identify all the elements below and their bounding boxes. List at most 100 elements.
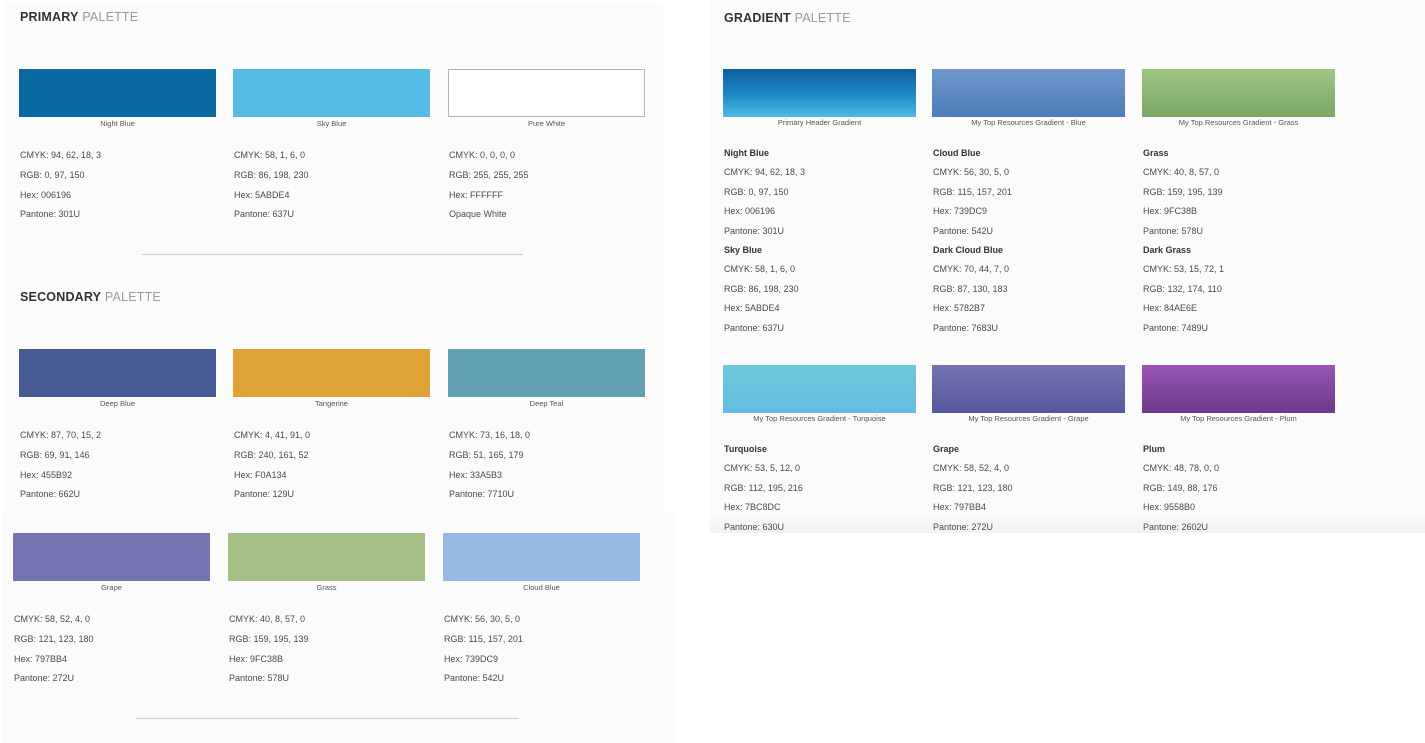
pantone-value: Pantone: 301U: [20, 209, 81, 220]
gradient-palette-heading: GRADIENT PALETTE: [724, 11, 851, 25]
color-spec: CMYK: 73, 16, 18, 0 RGB: 51, 165, 179 He…: [449, 426, 530, 505]
cmyk-value: CMYK: 70, 44, 7, 0: [933, 264, 1010, 275]
gradient-swatch-plum: [1142, 365, 1335, 413]
heading-bold: SECONDARY: [20, 290, 102, 304]
pantone-value: Pantone: 578U: [1143, 225, 1204, 236]
cmyk-value: CMYK: 48, 78, 0, 0: [1143, 463, 1220, 474]
pantone-value: Pantone: 129U: [234, 489, 295, 500]
pantone-value: Pantone: 272U: [933, 521, 994, 532]
hex-value: Hex: 797BB4: [14, 653, 68, 664]
hex-value: Hex: 5782B7: [933, 303, 986, 314]
hex-value: Hex: 006196: [20, 189, 72, 200]
primary-palette-heading: PRIMARY PALETTE: [20, 10, 138, 24]
gradient-label: My Top Resources Gradient - Blue: [971, 118, 1086, 127]
rgb-value: RGB: 87, 130, 183: [933, 283, 1008, 294]
cmyk-value: CMYK: 0, 0, 0, 0: [449, 150, 516, 160]
pantone-value: Pantone: 542U: [933, 225, 994, 236]
rgb-value: RGB: 115, 157, 201: [933, 186, 1012, 197]
hex-value: Hex: 006196: [724, 206, 776, 217]
cmyk-value: CMYK: 40, 8, 57, 0: [229, 614, 306, 624]
gradient-color-spec: Grass CMYK: 40, 8, 57, 0 RGB: 159, 195, …: [1143, 144, 1224, 338]
color-spec: CMYK: 56, 30, 5, 0 RGB: 115, 157, 201 He…: [444, 610, 523, 689]
gradient-color-spec: Night Blue CMYK: 94, 62, 18, 3 RGB: 0, 9…: [724, 144, 805, 338]
hex-value: Hex: 9FC38B: [229, 653, 284, 664]
pantone-value: Pantone: 7710U: [449, 489, 515, 500]
cmyk-value: CMYK: 53, 5, 12, 0: [724, 463, 801, 474]
gradient-color-spec: Plum CMYK: 48, 78, 0, 0 RGB: 149, 88, 17…: [1143, 440, 1219, 537]
gradient-swatch-grape: [932, 365, 1125, 413]
swatch-label: Deep Blue: [99, 399, 136, 408]
pantone-value: Pantone: 630U: [724, 521, 785, 532]
rgb-value: RGB: 0, 97, 150: [724, 186, 789, 197]
pantone-value: Opaque White: [449, 209, 507, 220]
swatch-night-blue: [19, 69, 216, 117]
hex-value: Hex: 84AE6E: [1143, 303, 1198, 314]
pantone-value: Pantone: 637U: [724, 322, 785, 333]
swatch-label: Deep Teal: [529, 399, 564, 408]
cmyk-value: CMYK: 58, 1, 6, 0: [234, 150, 306, 160]
cmyk-value: CMYK: 58, 1, 6, 0: [724, 264, 796, 275]
secondary-palette-heading: SECONDARY PALETTE: [20, 290, 161, 304]
color-name: Grass: [1143, 148, 1169, 158]
gradient-label: My Top Resources Gradient - Grape: [968, 414, 1089, 423]
cmyk-value: CMYK: 87, 70, 15, 2: [20, 430, 102, 440]
heading-light: PALETTE: [104, 290, 161, 304]
hex-value: Hex: FFFFFF: [449, 189, 503, 200]
gradient-color-spec: Grape CMYK: 58, 52, 4, 0 RGB: 121, 123, …: [933, 440, 1013, 537]
pantone-value: Pantone: 7683U: [933, 322, 999, 333]
hex-value: Hex: 9FC38B: [1143, 206, 1198, 217]
cmyk-value: CMYK: 40, 8, 57, 0: [1143, 167, 1220, 178]
pantone-value: Pantone: 2602U: [1143, 521, 1209, 532]
rgb-value: RGB: 240, 161, 52: [234, 449, 309, 460]
swatch-deep-blue: [19, 349, 216, 397]
hex-value: Hex: 9558B0: [1143, 502, 1196, 513]
rgb-value: RGB: 112, 195, 216: [724, 482, 803, 493]
pantone-value: Pantone: 578U: [229, 673, 290, 684]
rgb-value: RGB: 159, 195, 139: [229, 633, 309, 644]
swatch-label: Pure White: [527, 119, 566, 128]
swatch-deep-teal: [448, 349, 645, 397]
color-name: Grape: [933, 444, 960, 454]
pantone-value: Pantone: 7489U: [1143, 322, 1209, 333]
swatch-label: Sky Blue: [316, 119, 347, 128]
heading-bold: GRADIENT: [724, 11, 791, 25]
rgb-value: RGB: 121, 123, 180: [14, 633, 94, 644]
cmyk-value: CMYK: 94, 62, 18, 3: [20, 150, 102, 160]
section-divider: [142, 254, 523, 255]
swatch-pure-white: [448, 69, 645, 117]
cmyk-value: CMYK: 53, 15, 72, 1: [1143, 264, 1225, 275]
color-spec: CMYK: 87, 70, 15, 2 RGB: 69, 91, 146 Hex…: [20, 426, 101, 505]
swatch-cloud-blue: [443, 533, 640, 581]
gradient-color-spec: Turquoise CMYK: 53, 5, 12, 0 RGB: 112, 1…: [724, 440, 803, 537]
rgb-value: RGB: 115, 157, 201: [444, 633, 523, 644]
color-name: Turquoise: [724, 444, 767, 454]
cmyk-value: CMYK: 56, 30, 5, 0: [933, 167, 1010, 178]
swatch-grass: [228, 533, 425, 581]
swatch-tangerine: [233, 349, 430, 397]
pantone-value: Pantone: 637U: [234, 209, 295, 220]
pantone-value: Pantone: 542U: [444, 673, 505, 684]
heading-bold: PRIMARY: [20, 10, 79, 24]
color-name: Dark Cloud Blue: [933, 245, 1004, 256]
gradient-label: My Top Resources Gradient - Plum: [1180, 414, 1297, 423]
swatch-grape: [13, 533, 210, 581]
hex-value: Hex: 739DC9: [444, 653, 499, 664]
hex-value: Hex: 797BB4: [933, 502, 987, 513]
heading-light: PALETTE: [82, 10, 139, 24]
swatch-label: Night Blue: [100, 119, 135, 128]
cmyk-value: CMYK: 4, 41, 91, 0: [234, 430, 311, 440]
rgb-value: RGB: 159, 195, 139: [1143, 186, 1223, 197]
color-name: Dark Grass: [1143, 245, 1192, 256]
color-spec: CMYK: 4, 41, 91, 0 RGB: 240, 161, 52 Hex…: [234, 426, 310, 505]
swatch-label: Cloud Blue: [523, 583, 560, 592]
pantone-value: Pantone: 272U: [14, 673, 75, 684]
rgb-value: RGB: 86, 198, 230: [234, 169, 309, 180]
section-divider: [136, 718, 519, 719]
hex-value: Hex: 33A5B3: [449, 469, 503, 480]
rgb-value: RGB: 132, 174, 110: [1143, 283, 1222, 294]
hex-value: Hex: 455B92: [20, 469, 73, 480]
gradient-swatch-blue: [932, 69, 1125, 117]
hex-value: Hex: 739DC9: [933, 206, 988, 217]
cmyk-value: CMYK: 56, 30, 5, 0: [444, 614, 521, 624]
gradient-label: My Top Resources Gradient - Grass: [1178, 118, 1299, 127]
